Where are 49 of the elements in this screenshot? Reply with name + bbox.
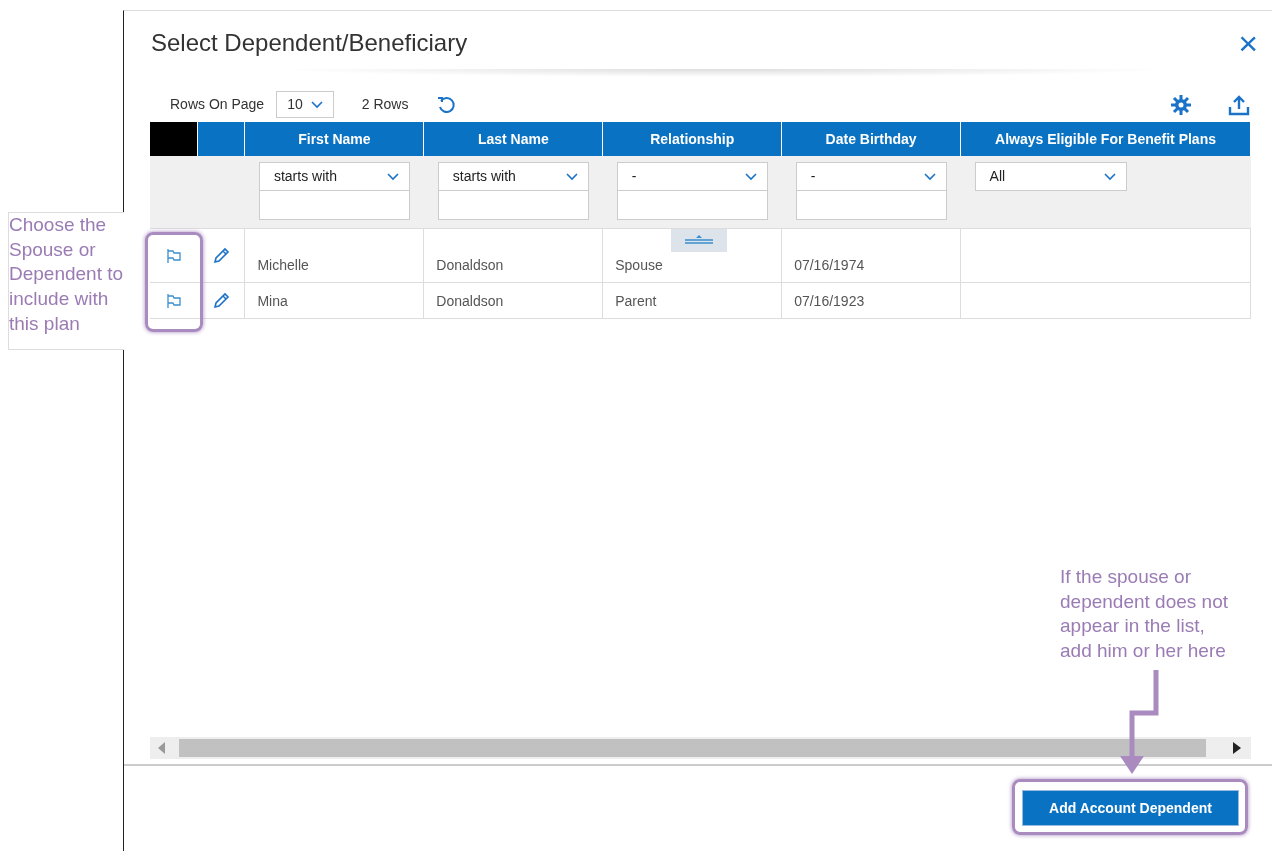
refresh-icon[interactable] [436, 94, 457, 115]
table-cell: 07/16/1974 [794, 256, 865, 273]
filter-input[interactable] [616, 191, 768, 220]
rows-on-page-label: Rows On Page [170, 95, 265, 114]
filter-select[interactable]: - [795, 162, 947, 191]
caret-icon[interactable] [565, 172, 578, 181]
table-cell: Spouse [615, 256, 663, 273]
add-account-dependent-button[interactable]: Add Account Dependent [1022, 790, 1239, 826]
column-header[interactable]: First Name [244, 122, 424, 156]
filter-select[interactable]: - [616, 162, 768, 191]
filter-input[interactable] [437, 191, 589, 220]
settings-icon[interactable] [1170, 93, 1192, 116]
horizontal-scrollbar[interactable] [150, 737, 1251, 759]
annotation-text: If the spouse or dependent does not appear in the list, add him or her here [1060, 565, 1229, 664]
table-cell: Donaldson [436, 292, 504, 309]
table-cell: Parent [615, 292, 657, 309]
table-cell: 07/16/1923 [794, 292, 865, 309]
caret-icon[interactable] [386, 172, 399, 181]
flag-icon[interactable] [166, 247, 182, 264]
rows-per-page-select[interactable]: 10 [276, 91, 334, 118]
dialog-title: Select Dependent/Beneficiary [151, 28, 468, 58]
column-header[interactable]: Date Birthday [781, 122, 961, 156]
table-cell: Mina [257, 292, 288, 309]
caret-icon[interactable] [744, 172, 757, 181]
flag-icon[interactable] [166, 292, 182, 309]
filter-select[interactable]: All [974, 162, 1127, 191]
column-header[interactable]: Relationship [602, 122, 782, 156]
row-count: 2 Rows [361, 95, 409, 114]
edit-icon[interactable] [212, 246, 231, 265]
column-header[interactable]: Last Name [423, 122, 603, 156]
header-cell [197, 122, 245, 156]
collapse-handle[interactable] [671, 228, 728, 252]
scroll-right-icon[interactable] [1233, 742, 1241, 754]
header-cell [150, 122, 198, 156]
export-icon[interactable] [1228, 93, 1250, 116]
edit-icon[interactable] [212, 291, 231, 310]
filter-input[interactable] [795, 191, 947, 220]
caret-icon[interactable] [923, 172, 936, 181]
caret-icon[interactable] [1103, 172, 1116, 181]
caret-icon[interactable] [310, 100, 323, 109]
scroll-left-icon[interactable] [158, 742, 166, 754]
table-cell: Michelle [257, 256, 309, 273]
column-header[interactable]: Always Eligible For Benefit Plans [960, 122, 1251, 156]
filter-input[interactable] [258, 191, 410, 220]
table-cell: Donaldson [436, 256, 504, 273]
filter-select[interactable]: starts with [437, 162, 589, 191]
annotation-text: Choose the Spouse or Dependent to include with this plan [8, 212, 124, 350]
filter-select[interactable]: starts with [258, 162, 410, 191]
close-button[interactable]: × [1238, 26, 1258, 60]
